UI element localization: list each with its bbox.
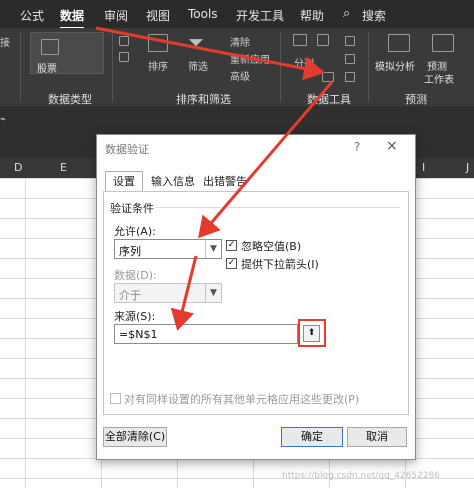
annotation-arrows — [95, 26, 334, 331]
excel-window: 公式 数据 审阅 视图 Tools 开发工具 帮助 ⌕ 搜索 接 股票 数据类型… — [0, 0, 474, 488]
watermark: https://blog.csdn.net/qq_42652286 — [282, 471, 441, 481]
arrow-to-data-validation — [95, 26, 325, 81]
arrow-to-source-input — [170, 255, 198, 331]
arrow-to-allow-select — [198, 81, 334, 239]
